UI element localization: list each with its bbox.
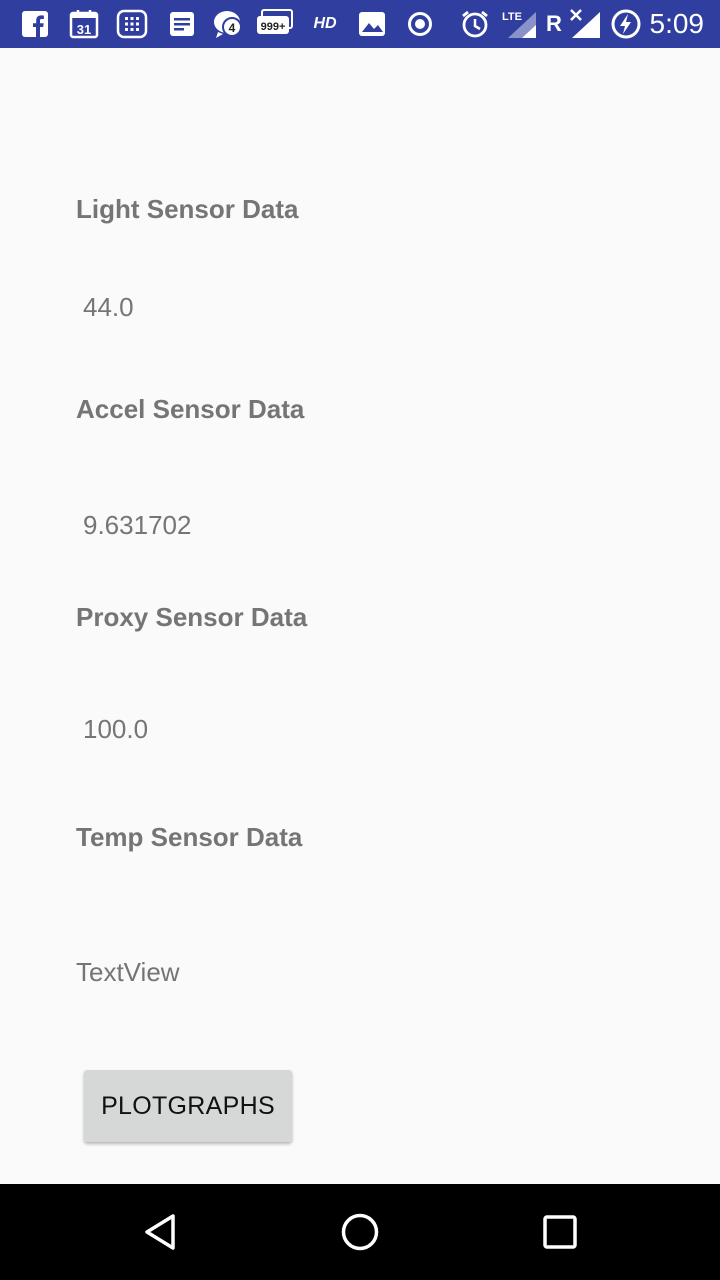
navigation-bar [0, 1184, 720, 1280]
alarm-icon [460, 10, 490, 38]
proxy-sensor-label: Proxy Sensor Data [76, 602, 308, 632]
messenger-badge: 4 [229, 21, 236, 35]
notifications-icon: 999+ [256, 9, 296, 38]
roaming-icon: R [545, 10, 563, 38]
calendar-icon: 31 [68, 10, 100, 39]
lte-label: LTE [502, 11, 522, 23]
light-sensor-value: 44.0 [83, 292, 134, 322]
no-signal-icon [568, 9, 602, 38]
back-icon[interactable] [132, 1204, 188, 1260]
battery-charging-icon [610, 9, 642, 39]
light-sensor-label: Light Sensor Data [76, 194, 299, 224]
temp-sensor-label: Temp Sensor Data [76, 822, 303, 852]
signal-lte-icon: LTE [500, 10, 538, 38]
facebook-icon [20, 10, 50, 38]
hd-label: HD [313, 15, 337, 32]
temp-sensor-value: TextView [76, 957, 180, 987]
status-time: 5:09 [649, 8, 705, 39]
accel-sensor-value: 9.631702 [83, 510, 192, 540]
status-bar: 31 4 999+ HD LTE R 5:09 [0, 0, 720, 48]
home-icon[interactable] [332, 1204, 388, 1260]
gallery-icon [358, 10, 386, 38]
proxy-sensor-value: 100.0 [83, 714, 149, 744]
docs-icon [168, 10, 196, 38]
hd-icon: HD [310, 10, 340, 38]
plot-graphs-button[interactable]: PLOTGRAPHS [84, 1070, 292, 1142]
keypad-icon [116, 9, 148, 39]
messenger-icon: 4 [212, 10, 246, 38]
accel-sensor-label: Accel Sensor Data [76, 394, 305, 424]
record-icon [406, 10, 434, 38]
notifications-badge: 999+ [261, 21, 286, 33]
calendar-day: 31 [77, 22, 91, 37]
recents-icon[interactable] [532, 1204, 588, 1260]
roaming-label: R [546, 11, 562, 36]
